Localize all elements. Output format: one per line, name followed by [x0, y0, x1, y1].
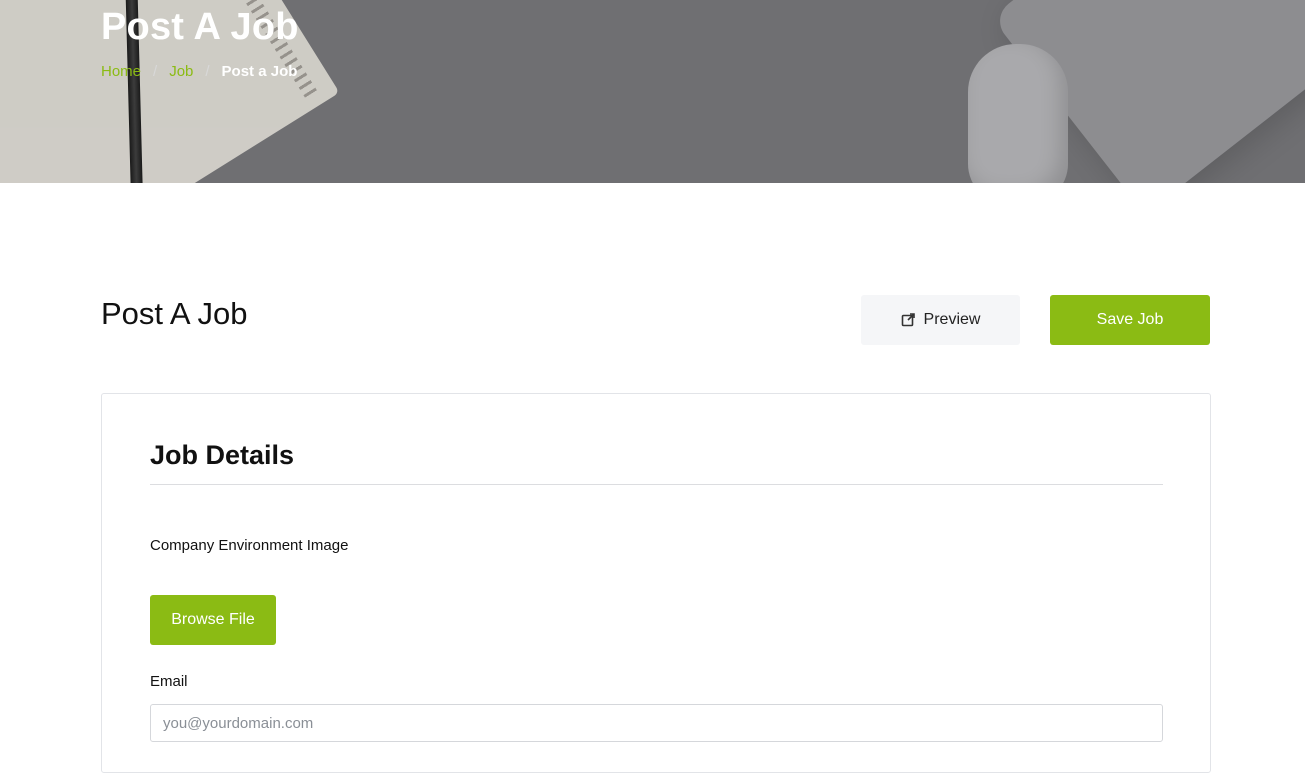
breadcrumb-current: Post a Job: [221, 63, 298, 80]
breadcrumb-separator: /: [153, 63, 158, 80]
email-field[interactable]: [150, 704, 1163, 742]
hero-mouse-image: [968, 44, 1068, 183]
section-divider: [150, 484, 1163, 485]
breadcrumb-home-link[interactable]: Home: [101, 63, 141, 80]
breadcrumb-separator: /: [205, 63, 210, 80]
save-job-button[interactable]: Save Job: [1050, 295, 1210, 345]
page-title: Post A Job: [101, 296, 248, 331]
breadcrumb: Home / Job / Post a Job: [101, 63, 297, 80]
preview-button-label: Preview: [923, 311, 981, 328]
section-title: Job Details: [150, 440, 295, 470]
breadcrumb-job-link[interactable]: Job: [169, 63, 193, 80]
email-label: Email: [150, 673, 188, 690]
company-image-label: Company Environment Image: [150, 537, 349, 554]
hero-title: Post A Job: [101, 6, 299, 48]
external-link-icon: [901, 313, 915, 327]
job-details-card: Job Details Company Environment Image Br…: [101, 393, 1211, 773]
hero-banner: Post A Job Home / Job / Post a Job: [0, 0, 1305, 183]
preview-button[interactable]: Preview: [861, 295, 1020, 345]
browse-file-button[interactable]: Browse File: [150, 595, 276, 645]
